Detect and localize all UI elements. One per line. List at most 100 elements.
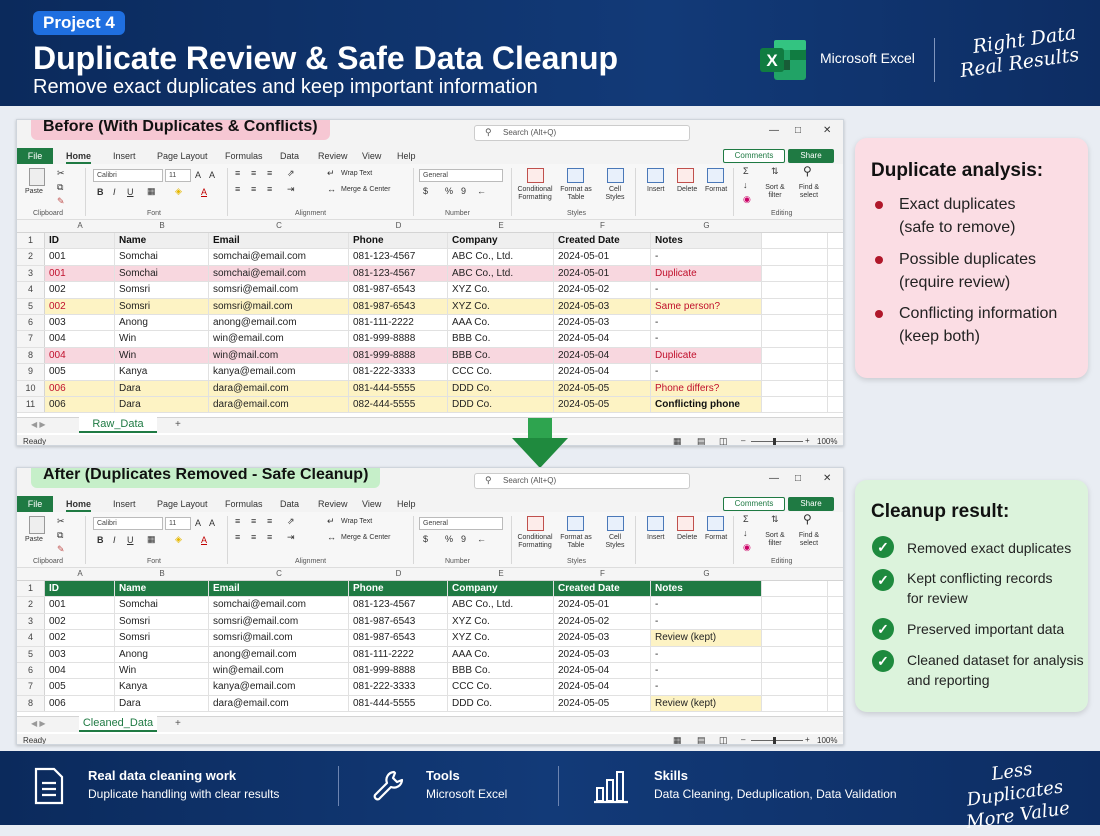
page-break-view-icon[interactable]: ◫ — [719, 735, 728, 744]
page-layout-view-icon[interactable]: ▤ — [697, 735, 706, 744]
close-icon[interactable]: ✕ — [823, 473, 831, 484]
cell[interactable]: BBB Co. — [448, 331, 554, 347]
row-number[interactable]: 5 — [17, 298, 45, 314]
cell[interactable]: 081-999-8888 — [349, 347, 448, 364]
tab-home[interactable]: Home — [66, 151, 92, 164]
fill-icon[interactable]: ↓ — [743, 180, 748, 190]
align-top-icon[interactable]: ≡ — [235, 168, 240, 178]
cell[interactable]: 081-999-8888 — [349, 663, 448, 679]
wrap-text-button[interactable]: Wrap Text — [341, 518, 372, 526]
wrap-text-icon[interactable]: ↵ — [327, 168, 335, 179]
cell[interactable]: Win — [115, 347, 209, 364]
row-number[interactable]: 1 — [17, 233, 45, 249]
row-number[interactable]: 4 — [17, 630, 45, 646]
close-icon[interactable]: ✕ — [823, 125, 831, 136]
italic-button[interactable]: I — [113, 535, 116, 545]
cell[interactable]: Same person? — [651, 298, 762, 314]
font-size-select[interactable]: 11 — [165, 517, 191, 530]
row-number[interactable]: 11 — [17, 397, 45, 413]
cell[interactable]: Review (kept) — [651, 630, 762, 646]
zoom-out-icon[interactable]: – — [741, 436, 745, 445]
tab-formulas[interactable]: Formulas — [225, 499, 263, 509]
merge-center-button[interactable]: Merge & Center — [341, 186, 390, 194]
indent-icon[interactable]: ⇥ — [287, 532, 295, 543]
currency-icon[interactable]: $ — [423, 186, 428, 196]
copy-icon[interactable]: ⧉ — [57, 530, 63, 541]
column-header[interactable]: C — [209, 221, 349, 230]
sort-filter-icon[interactable]: ⇅ — [771, 166, 779, 177]
cell[interactable]: 003 — [45, 646, 115, 662]
cell[interactable]: - — [651, 679, 762, 695]
tab-review[interactable]: Review — [318, 151, 348, 161]
cell[interactable]: 081-987-6543 — [349, 298, 448, 314]
cell[interactable]: somchai@email.com — [209, 597, 349, 613]
cell[interactable]: Name — [115, 233, 209, 249]
bold-button[interactable]: B — [97, 187, 104, 197]
row-number[interactable]: 7 — [17, 679, 45, 695]
font-name-select[interactable]: Calibri — [93, 169, 163, 182]
format-painter-icon[interactable]: ✎ — [57, 544, 65, 555]
number-format-select[interactable]: General — [419, 517, 503, 530]
cell[interactable]: Duplicate — [651, 347, 762, 364]
cell[interactable]: 2024-05-04 — [554, 347, 651, 364]
cell[interactable]: AAA Co. — [448, 646, 554, 662]
orientation-icon[interactable]: ⇗ — [287, 168, 295, 179]
autosum-icon[interactable]: Σ — [743, 514, 749, 524]
align-left-icon[interactable]: ≡ — [235, 184, 240, 194]
row-number[interactable]: 1 — [17, 581, 45, 597]
format-as-table-button[interactable]: Format as Table — [559, 534, 593, 550]
cell[interactable]: somsri@mail.com — [209, 630, 349, 646]
wrap-text-icon[interactable]: ↵ — [327, 516, 335, 527]
tab-review[interactable]: Review — [318, 499, 348, 509]
format-cells-button[interactable]: Format — [705, 186, 727, 194]
align-right-icon[interactable]: ≡ — [267, 532, 272, 542]
font-color-icon[interactable]: A — [201, 535, 207, 545]
cell[interactable]: - — [651, 646, 762, 662]
insert-cells-icon[interactable] — [647, 516, 664, 531]
align-middle-icon[interactable]: ≡ — [251, 516, 256, 526]
format-painter-icon[interactable]: ✎ — [57, 196, 65, 207]
cell[interactable]: 081-123-4567 — [349, 249, 448, 265]
indent-icon[interactable]: ⇥ — [287, 184, 295, 195]
cell[interactable]: 004 — [45, 663, 115, 679]
tab-insert[interactable]: Insert — [113, 151, 136, 161]
clear-icon[interactable]: ◉ — [743, 194, 751, 205]
column-header[interactable]: A — [45, 569, 115, 578]
increase-font-icon[interactable]: A — [195, 518, 201, 528]
cell[interactable]: ID — [45, 233, 115, 249]
row-number[interactable]: 3 — [17, 613, 45, 630]
tab-data[interactable]: Data — [280, 499, 299, 509]
find-select-button[interactable]: Find & select — [795, 184, 823, 200]
cell[interactable]: - — [651, 331, 762, 347]
cell-styles-button[interactable]: Cell Styles — [603, 186, 627, 202]
row-number[interactable]: 4 — [17, 282, 45, 298]
cell[interactable]: Somsri — [115, 630, 209, 646]
align-center-icon[interactable]: ≡ — [251, 184, 256, 194]
maximize-icon[interactable]: □ — [795, 125, 801, 136]
cell[interactable]: 2024-05-05 — [554, 397, 651, 413]
zoom-in-icon[interactable]: + — [805, 436, 810, 445]
decimal-icon[interactable]: ← — [477, 534, 486, 544]
align-center-icon[interactable]: ≡ — [251, 532, 256, 542]
tab-view[interactable]: View — [362, 151, 381, 161]
cell[interactable]: 004 — [45, 331, 115, 347]
cell[interactable]: win@email.com — [209, 663, 349, 679]
cell[interactable]: BBB Co. — [448, 663, 554, 679]
cell[interactable]: 081-123-4567 — [349, 597, 448, 613]
cell[interactable]: Somchai — [115, 597, 209, 613]
conditional-formatting-button[interactable]: Conditional Formatting — [515, 186, 555, 202]
row-number[interactable]: 3 — [17, 265, 45, 282]
borders-icon[interactable]: ▦ — [147, 186, 156, 197]
cell[interactable]: Phone — [349, 581, 448, 597]
cell[interactable]: Anong — [115, 315, 209, 331]
cell[interactable]: 006 — [45, 380, 115, 396]
cell[interactable]: Review (kept) — [651, 695, 762, 712]
cell[interactable]: 2024-05-03 — [554, 315, 651, 331]
cell[interactable]: somsri@mail.com — [209, 298, 349, 314]
tab-formulas[interactable]: Formulas — [225, 151, 263, 161]
cell[interactable]: XYZ Co. — [448, 630, 554, 646]
delete-cells-icon[interactable] — [677, 516, 694, 531]
tab-insert[interactable]: Insert — [113, 499, 136, 509]
cell[interactable]: kanya@email.com — [209, 679, 349, 695]
cut-icon[interactable]: ✂ — [57, 168, 65, 179]
